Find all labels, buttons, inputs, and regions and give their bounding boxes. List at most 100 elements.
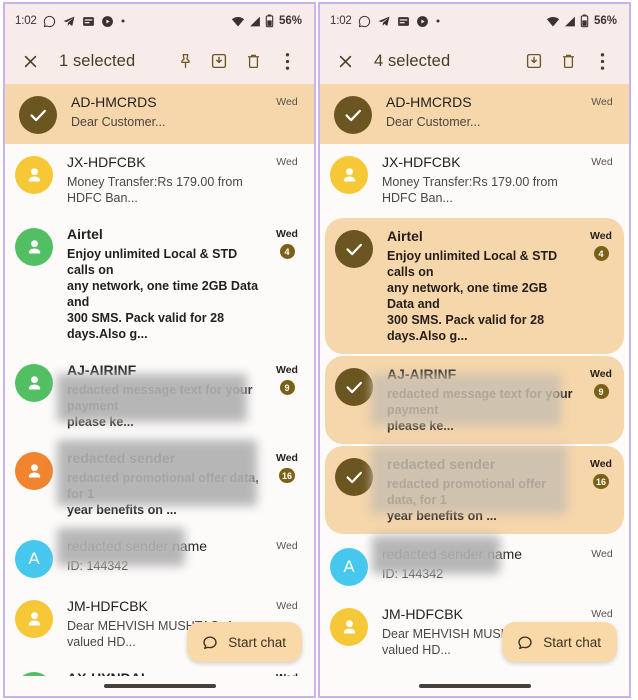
message-row[interactable]: AJ-AIRINF redacted message text for your …: [5, 352, 314, 440]
overflow-menu-icon[interactable]: [585, 44, 619, 78]
unread-count-badge: 16: [278, 468, 295, 483]
selected-check-avatar[interactable]: [19, 96, 57, 134]
contact-avatar[interactable]: [330, 608, 368, 646]
start-chat-fab[interactable]: Start chat: [187, 622, 302, 662]
screenshot-stage: 1:02 56% 1 selected AD-HMCRDS Dear Customer.…: [0, 0, 638, 700]
message-snippet: redacted promotional offer data, for 1 y…: [67, 471, 259, 517]
sender-name: JM-HDFCBK: [382, 606, 463, 622]
start-chat-label: Start chat: [228, 634, 286, 650]
archive-icon[interactable]: [202, 44, 236, 78]
message-date: Wed: [276, 600, 298, 612]
chat-bubble-icon: [201, 633, 219, 651]
message-meta: Wed 9: [584, 366, 618, 399]
contact-avatar[interactable]: [15, 452, 53, 490]
overflow-menu-icon[interactable]: [270, 44, 304, 78]
message-body: AJ-AIRINF redacted message text for your …: [67, 362, 270, 430]
sender-name: AD-HMCRDS: [386, 94, 472, 110]
message-meta: Wed: [585, 546, 619, 560]
sms-icon: [82, 15, 95, 28]
selection-toolbar: 4 selected: [320, 38, 629, 84]
contact-avatar[interactable]: [15, 228, 53, 266]
start-chat-fab[interactable]: Start chat: [502, 622, 617, 662]
message-body: JX-HDFCBK Money Transfer:Rs 179.00 from H…: [67, 154, 270, 206]
message-row[interactable]: AD-HMCRDS Dear Customer... Wed: [5, 84, 314, 144]
home-gesture-pill[interactable]: [103, 684, 216, 688]
message-row[interactable]: JX-HDFCBK Money Transfer:Rs 179.00 from H…: [5, 144, 314, 216]
contact-avatar[interactable]: [15, 600, 53, 638]
message-meta: Wed: [270, 538, 304, 552]
contact-avatar[interactable]: A: [330, 548, 368, 586]
message-body: Airtel Enjoy unlimited Local & STD calls …: [387, 228, 584, 344]
message-date: Wed: [590, 230, 612, 242]
status-bar: 1:02 56%: [5, 4, 314, 38]
message-snippet: Money Transfer:Rs 179.00 from HDFC Ban..…: [382, 175, 558, 205]
contact-avatar[interactable]: [330, 156, 368, 194]
message-row[interactable]: redacted sender redacted promotional offe…: [5, 440, 314, 528]
status-bar: 1:02 56%: [320, 4, 629, 38]
message-meta: Wed: [585, 606, 619, 620]
message-row[interactable]: AJ-AIRINF redacted message text for your …: [325, 356, 624, 444]
message-body: redacted sender name ID: 144342: [67, 538, 270, 574]
delete-icon[interactable]: [236, 44, 270, 78]
selection-count-label: 4 selected: [374, 51, 451, 70]
message-date: Wed: [591, 548, 613, 560]
more-dot-icon: [435, 18, 441, 24]
message-date: Wed: [590, 458, 612, 470]
message-snippet: Money Transfer:Rs 179.00 from HDFC Ban..…: [67, 175, 243, 205]
signal-icon: [249, 15, 261, 28]
message-meta: Wed 16: [584, 456, 618, 489]
battery-percent: 56%: [278, 15, 302, 27]
message-snippet: Enjoy unlimited Local & STD calls on any…: [67, 247, 259, 341]
delete-icon[interactable]: [551, 44, 585, 78]
sender-name: AJ-AIRINF: [387, 366, 457, 382]
selection-toolbar: 1 selected: [5, 38, 314, 84]
message-list[interactable]: AD-HMCRDS Dear Customer... Wed JX-HDFCBK Mon…: [320, 84, 629, 696]
contact-avatar[interactable]: [15, 156, 53, 194]
signal-icon: [564, 15, 576, 28]
unread-count-badge: 9: [279, 380, 295, 395]
sender-name: Airtel: [67, 226, 103, 242]
message-meta: Wed: [270, 94, 304, 108]
pin-icon[interactable]: [168, 44, 202, 78]
player-icon: [101, 15, 114, 28]
message-row[interactable]: redacted sender redacted promotional offe…: [325, 446, 624, 534]
selected-check-avatar[interactable]: [335, 230, 373, 268]
chat-bubble-icon: [516, 633, 534, 651]
message-row[interactable]: Airtel Enjoy unlimited Local & STD calls …: [325, 218, 624, 354]
sender-name: redacted sender name: [67, 538, 208, 554]
message-row[interactable]: Airtel Enjoy unlimited Local & STD calls …: [5, 216, 314, 352]
message-meta: Wed 16: [270, 450, 304, 483]
message-date: Wed: [591, 608, 613, 620]
wifi-icon: [546, 15, 560, 28]
message-meta: Wed: [270, 598, 304, 612]
contact-avatar[interactable]: [15, 364, 53, 402]
sender-name: redacted sender name: [382, 546, 523, 562]
close-selection-icon[interactable]: [332, 48, 358, 74]
message-list[interactable]: AD-HMCRDS Dear Customer... Wed JX-HDFCBK Mon…: [5, 84, 314, 696]
message-row[interactable]: JX-HDFCBK Money Transfer:Rs 179.00 from H…: [320, 144, 629, 216]
close-selection-icon[interactable]: [17, 48, 43, 74]
unread-count-badge: 4: [279, 244, 295, 259]
home-gesture-pill[interactable]: [418, 684, 531, 688]
selected-check-avatar[interactable]: [335, 368, 373, 406]
selected-check-avatar[interactable]: [334, 96, 372, 134]
sender-name: JX-HDFCBK: [382, 154, 461, 170]
message-row[interactable]: AD-HMCRDS Dear Customer... Wed: [320, 84, 629, 144]
selected-check-avatar[interactable]: [335, 458, 373, 496]
message-snippet: Enjoy unlimited Local & STD calls on any…: [387, 249, 558, 343]
archive-icon[interactable]: [517, 44, 551, 78]
wifi-icon: [231, 15, 245, 28]
contact-avatar[interactable]: A: [15, 540, 53, 578]
message-body: redacted sender redacted promotional offe…: [67, 450, 270, 518]
message-date: Wed: [276, 96, 298, 108]
message-body: AJ-AIRINF redacted message text for your …: [387, 366, 584, 434]
message-date: Wed: [276, 540, 298, 552]
sender-name: JX-HDFCBK: [67, 154, 146, 170]
message-date: Wed: [276, 156, 298, 168]
message-snippet: Dear Customer...: [386, 115, 481, 129]
message-snippet: ID: 144342: [382, 567, 444, 581]
start-chat-label: Start chat: [543, 634, 601, 650]
message-row[interactable]: Aredacted sender name ID: 144342 Wed: [5, 528, 314, 588]
message-row[interactable]: Aredacted sender name ID: 144342 Wed: [320, 536, 629, 596]
message-date: Wed: [276, 452, 298, 464]
